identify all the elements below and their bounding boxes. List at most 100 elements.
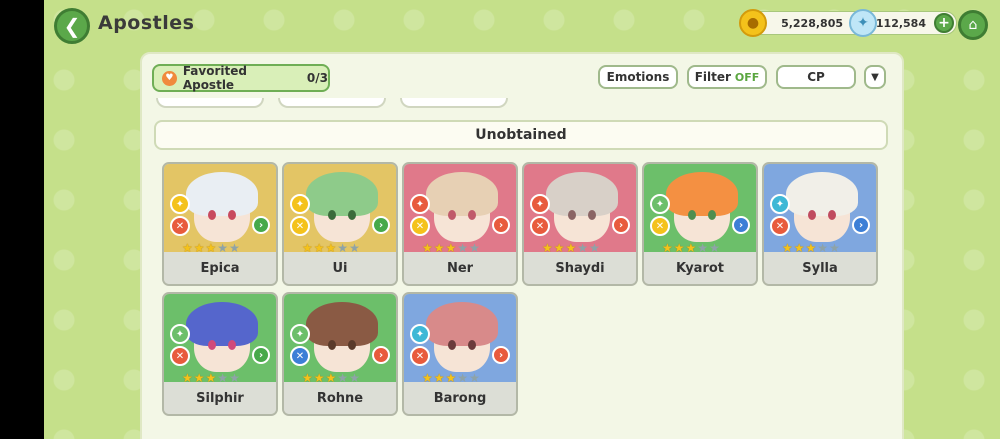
role-icon: ✕ bbox=[410, 216, 430, 236]
apostles-screen: ❮ Apostles ● 5,228,805 + ✦ 112,584 + ⌂ ♥… bbox=[44, 0, 1000, 439]
apostle-name: Rohne bbox=[284, 382, 396, 414]
role-icon: ✕ bbox=[290, 346, 310, 366]
portrait-eye bbox=[448, 340, 456, 350]
portrait-hair bbox=[306, 172, 378, 216]
page-title: Apostles bbox=[98, 12, 195, 34]
portrait-eye bbox=[348, 210, 356, 220]
apostle-name: Shaydi bbox=[524, 252, 636, 284]
portrait-hair bbox=[426, 172, 498, 216]
apostle-portrait: ✦ ✕ › ★ ★ ★ ★ ★ bbox=[404, 294, 516, 386]
apostle-card[interactable]: ✦ ✕ › ★ ★ ★ ★ ★ Silphir bbox=[162, 292, 278, 416]
portrait-hair bbox=[546, 172, 618, 216]
filter-state: OFF bbox=[734, 70, 760, 84]
apostle-card[interactable]: ✦ ✕ › ★ ★ ★ ★ ★ Sylla bbox=[762, 162, 878, 286]
apostle-card[interactable]: ✦ ✕ › ★ ★ ★ ★ ★ Ner bbox=[402, 162, 518, 286]
apostle-portrait: ✦ ✕ › ★ ★ ★ ★ ★ bbox=[164, 164, 276, 256]
favorited-apostle-button[interactable]: ♥ Favorited Apostle 0/3 bbox=[152, 64, 330, 92]
class-chevron-icon: › bbox=[252, 216, 270, 234]
gem-amount: 112,584 bbox=[875, 16, 926, 30]
portrait-eye bbox=[328, 210, 336, 220]
portrait-hair bbox=[186, 302, 258, 346]
element-icon: ✦ bbox=[410, 324, 430, 344]
element-icon: ✦ bbox=[290, 324, 310, 344]
apostle-name: Barong bbox=[404, 382, 516, 414]
gem-currency: ✦ 112,584 + bbox=[849, 9, 957, 37]
section-header-unobtained: Unobtained bbox=[154, 120, 888, 150]
portrait-eye bbox=[228, 340, 236, 350]
previous-card-edge bbox=[400, 98, 508, 108]
portrait-eye bbox=[328, 340, 336, 350]
portrait-eye bbox=[688, 210, 696, 220]
cp-label: CP bbox=[807, 70, 825, 84]
element-icon: ✦ bbox=[650, 194, 670, 214]
apostle-card[interactable]: ✦ ✕ › ★ ★ ★ ★ ★ Shaydi bbox=[522, 162, 638, 286]
portrait-eye bbox=[828, 210, 836, 220]
apostle-portrait: ✦ ✕ › ★ ★ ★ ★ ★ bbox=[164, 294, 276, 386]
portrait-eye bbox=[708, 210, 716, 220]
back-button[interactable]: ❮ bbox=[54, 8, 90, 44]
class-chevron-icon: › bbox=[492, 346, 510, 364]
role-icon: ✕ bbox=[170, 346, 190, 366]
class-chevron-icon: › bbox=[732, 216, 750, 234]
portrait-eye bbox=[208, 210, 216, 220]
filter-button[interactable]: Filter OFF bbox=[687, 65, 767, 89]
class-chevron-icon: › bbox=[252, 346, 270, 364]
apostle-grid: ✦ ✕ › ★ ★ ★ ★ ★ Epica ✦ ✕ › ★ ★ ★ ★ ★ Ui ✦ ✕ › ★ ★ ★ ★ ★ Ner ✦ ✕ › ★ ★ ★… bbox=[162, 162, 882, 416]
apostle-card[interactable]: ✦ ✕ › ★ ★ ★ ★ ★ Barong bbox=[402, 292, 518, 416]
apostle-name: Ner bbox=[404, 252, 516, 284]
role-icon: ✕ bbox=[410, 346, 430, 366]
heart-icon: ♥ bbox=[162, 70, 177, 86]
portrait-hair bbox=[426, 302, 498, 346]
portrait-hair bbox=[186, 172, 258, 216]
emotions-button[interactable]: Emotions bbox=[598, 65, 678, 89]
apostle-portrait: ✦ ✕ › ★ ★ ★ ★ ★ bbox=[524, 164, 636, 256]
portrait-eye bbox=[228, 210, 236, 220]
apostle-portrait: ✦ ✕ › ★ ★ ★ ★ ★ bbox=[764, 164, 876, 256]
portrait-eye bbox=[588, 210, 596, 220]
portrait-eye bbox=[448, 210, 456, 220]
portrait-eye bbox=[468, 210, 476, 220]
portrait-hair bbox=[666, 172, 738, 216]
sort-cp-button[interactable]: CP bbox=[776, 65, 856, 89]
crystal-icon: ✦ bbox=[849, 9, 877, 37]
role-icon: ✕ bbox=[770, 216, 790, 236]
apostle-card[interactable]: ✦ ✕ › ★ ★ ★ ★ ★ Epica bbox=[162, 162, 278, 286]
element-icon: ✦ bbox=[170, 324, 190, 344]
expand-button[interactable]: ▼ bbox=[864, 65, 886, 89]
add-gem-button[interactable]: + bbox=[934, 13, 954, 33]
apostle-name: Silphir bbox=[164, 382, 276, 414]
apostle-portrait: ✦ ✕ › ★ ★ ★ ★ ★ bbox=[404, 164, 516, 256]
portrait-eye bbox=[808, 210, 816, 220]
portrait-eye bbox=[348, 340, 356, 350]
apostle-name: Ui bbox=[284, 252, 396, 284]
element-icon: ✦ bbox=[770, 194, 790, 214]
previous-card-edge bbox=[156, 98, 264, 108]
role-icon: ✕ bbox=[650, 216, 670, 236]
role-icon: ✕ bbox=[170, 216, 190, 236]
favorited-label: Favorited Apostle bbox=[182, 64, 247, 92]
gold-coin-icon: ● bbox=[739, 9, 767, 37]
portrait-eye bbox=[568, 210, 576, 220]
element-icon: ✦ bbox=[410, 194, 430, 214]
apostle-card[interactable]: ✦ ✕ › ★ ★ ★ ★ ★ Rohne bbox=[282, 292, 398, 416]
class-chevron-icon: › bbox=[612, 216, 630, 234]
apostle-name: Epica bbox=[164, 252, 276, 284]
class-chevron-icon: › bbox=[492, 216, 510, 234]
gold-amount: 5,228,805 bbox=[781, 16, 843, 30]
class-chevron-icon: › bbox=[372, 346, 390, 364]
element-icon: ✦ bbox=[530, 194, 550, 214]
portrait-hair bbox=[306, 302, 378, 346]
portrait-eye bbox=[468, 340, 476, 350]
favorited-count: 0/3 bbox=[306, 71, 328, 85]
element-icon: ✦ bbox=[290, 194, 310, 214]
apostle-card[interactable]: ✦ ✕ › ★ ★ ★ ★ ★ Ui bbox=[282, 162, 398, 286]
home-button[interactable]: ⌂ bbox=[958, 10, 988, 40]
home-icon: ⌂ bbox=[968, 17, 978, 33]
double-chevron-down-icon: ▼ bbox=[871, 71, 879, 83]
role-icon: ✕ bbox=[530, 216, 550, 236]
emotions-label: Emotions bbox=[606, 70, 670, 84]
apostle-name: Sylla bbox=[764, 252, 876, 284]
apostle-card[interactable]: ✦ ✕ › ★ ★ ★ ★ ★ Kyarot bbox=[642, 162, 758, 286]
apostle-name: Kyarot bbox=[644, 252, 756, 284]
apostle-portrait: ✦ ✕ › ★ ★ ★ ★ ★ bbox=[644, 164, 756, 256]
